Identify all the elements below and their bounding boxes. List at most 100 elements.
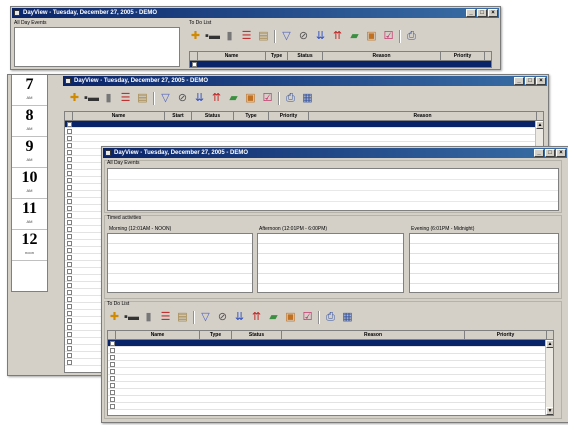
minimize-button[interactable]: _ — [466, 9, 476, 17]
notes-icon[interactable]: ▰ — [227, 92, 240, 105]
delete-icon[interactable]: ▮ — [102, 92, 115, 105]
print-icon[interactable]: ⎙ — [324, 311, 337, 324]
close-button[interactable]: × — [556, 149, 566, 157]
scroll-up-arrow[interactable]: ▲ — [536, 121, 543, 129]
print-icon[interactable]: ⎙ — [405, 30, 418, 43]
row-checkbox[interactable] — [67, 339, 72, 344]
table-row[interactable] — [108, 347, 553, 354]
row-checkbox[interactable] — [67, 276, 72, 281]
print-icon[interactable]: ⎙ — [284, 92, 297, 105]
row-checkbox[interactable] — [110, 383, 115, 388]
filter-icon[interactable]: ▽ — [159, 92, 172, 105]
row-checkbox[interactable] — [67, 220, 72, 225]
all-day-events-panel[interactable] — [14, 27, 180, 67]
row-checkbox[interactable] — [110, 397, 115, 402]
row-checkbox[interactable] — [110, 404, 115, 409]
row-checkbox[interactable] — [67, 150, 72, 155]
all-day-events-panel[interactable] — [107, 168, 559, 211]
row-checkbox[interactable] — [192, 62, 197, 67]
done-icon[interactable]: ☑ — [382, 30, 395, 43]
table-row[interactable] — [65, 135, 543, 142]
hour-slot[interactable]: 11 AM — [12, 199, 47, 230]
row-checkbox[interactable] — [67, 269, 72, 274]
folder-icon[interactable]: ▣ — [365, 30, 378, 43]
hour-slot[interactable]: 7 AM — [12, 75, 47, 106]
delete-icon[interactable]: ▮ — [223, 30, 236, 43]
table-row[interactable] — [190, 61, 491, 67]
row-checkbox[interactable] — [67, 122, 72, 127]
column-header-type[interactable]: Type — [200, 331, 232, 339]
column-header-priority[interactable]: Priority — [465, 331, 547, 339]
table-row[interactable] — [108, 396, 553, 403]
row-checkbox[interactable] — [67, 311, 72, 316]
add-icon[interactable]: ✚ — [108, 311, 121, 324]
row-checkbox[interactable] — [67, 346, 72, 351]
move-down-icon[interactable]: ⇊ — [314, 30, 327, 43]
row-checkbox[interactable] — [67, 297, 72, 302]
row-checkbox[interactable] — [110, 362, 115, 367]
column-header-reason[interactable]: Reason — [282, 331, 465, 339]
filter-icon[interactable]: ▽ — [280, 30, 293, 43]
row-checkbox[interactable] — [67, 248, 72, 253]
row-checkbox[interactable] — [67, 332, 72, 337]
column-header-status[interactable]: Status — [192, 112, 234, 120]
column-header-type[interactable]: Type — [266, 52, 288, 60]
table-row[interactable] — [108, 340, 553, 347]
row-checkbox[interactable] — [67, 192, 72, 197]
close-button[interactable]: × — [488, 9, 498, 17]
row-checkbox[interactable] — [67, 129, 72, 134]
afternoon-slot[interactable]: Afternoon (12:01PM - 6:00PM) — [257, 226, 404, 293]
maximize-button[interactable]: □ — [525, 77, 535, 85]
row-checkbox[interactable] — [67, 157, 72, 162]
column-header-name[interactable]: Name — [198, 52, 266, 60]
document-icon[interactable]: ▤ — [257, 30, 270, 43]
row-checkbox[interactable] — [67, 255, 72, 260]
maximize-button[interactable]: □ — [477, 9, 487, 17]
list-icon[interactable]: ☰ — [159, 311, 172, 324]
column-header-name[interactable]: Name — [73, 112, 165, 120]
folder-icon[interactable]: ▣ — [244, 92, 257, 105]
column-header-status[interactable]: Status — [288, 52, 323, 60]
check-icon[interactable]: ⊘ — [216, 311, 229, 324]
row-checkbox[interactable] — [67, 164, 72, 169]
move-down-icon[interactable]: ⇊ — [193, 92, 206, 105]
table-row[interactable] — [108, 375, 553, 382]
hour-slot[interactable]: 10 AM — [12, 168, 47, 199]
row-checkbox[interactable] — [110, 355, 115, 360]
notes-icon[interactable]: ▰ — [267, 311, 280, 324]
table-row[interactable] — [108, 389, 553, 396]
hour-slot[interactable]: 12 noon — [12, 230, 47, 261]
row-checkbox[interactable] — [67, 136, 72, 141]
row-checkbox[interactable] — [67, 199, 72, 204]
link-icon[interactable]: ▪▬ — [124, 311, 139, 324]
add-icon[interactable]: ✚ — [189, 30, 202, 43]
minimize-button[interactable]: _ — [514, 77, 524, 85]
row-checkbox[interactable] — [67, 171, 72, 176]
row-checkbox[interactable] — [67, 360, 72, 365]
column-header-status[interactable]: Status — [232, 331, 282, 339]
row-checkbox[interactable] — [110, 341, 115, 346]
column-header-type[interactable]: Type — [234, 112, 269, 120]
grid-icon[interactable]: ▦ — [341, 311, 354, 324]
column-header-reason[interactable]: Reason — [309, 112, 537, 120]
table-row[interactable] — [65, 128, 543, 135]
row-checkbox[interactable] — [67, 206, 72, 211]
list-icon[interactable]: ☰ — [119, 92, 132, 105]
row-checkbox[interactable] — [67, 178, 72, 183]
move-up-icon[interactable]: ⇈ — [331, 30, 344, 43]
column-header-priority[interactable]: Priority — [441, 52, 485, 60]
table-row[interactable] — [108, 382, 553, 389]
row-checkbox[interactable] — [67, 304, 72, 309]
row-checkbox[interactable] — [67, 185, 72, 190]
title-bar[interactable]: DayView - Tuesday, December 27, 2005 - D… — [103, 148, 567, 158]
row-checkbox[interactable] — [67, 234, 72, 239]
move-up-icon[interactable]: ⇈ — [210, 92, 223, 105]
row-checkbox[interactable] — [110, 348, 115, 353]
row-checkbox[interactable] — [110, 376, 115, 381]
link-icon[interactable]: ▪▬ — [205, 30, 220, 43]
link-icon[interactable]: ▪▬ — [84, 92, 99, 105]
row-checkbox[interactable] — [110, 369, 115, 374]
row-checkbox[interactable] — [67, 325, 72, 330]
table-row[interactable] — [108, 354, 553, 361]
table-row[interactable] — [108, 368, 553, 375]
